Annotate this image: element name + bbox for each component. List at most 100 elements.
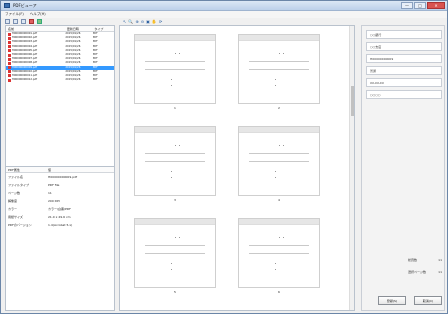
property-key: ファイル名 <box>8 175 24 179</box>
pdf-file-icon <box>8 36 11 40</box>
cancel-button[interactable]: 取消(C) <box>414 296 442 305</box>
page-preview <box>134 126 216 196</box>
pdf-file-icon <box>8 74 11 78</box>
selected-pages-value: 11 <box>438 270 442 274</box>
open-icon[interactable] <box>5 19 10 24</box>
page-mark <box>279 237 280 238</box>
properties-list: ファイル名 H00000000009.pdf ファイルタイプ PDF file ページ数… <box>6 173 114 229</box>
file-list-item[interactable]: H00000000012.pdf 2015/01/26 PDF <box>6 78 114 82</box>
page-number: 4 <box>278 198 280 202</box>
menu-file[interactable]: ファイル(F) <box>5 11 24 18</box>
page-number: 2 <box>278 106 280 110</box>
fit-page-icon[interactable]: ▣ <box>146 18 150 25</box>
prop-header-value: 値 <box>48 168 52 172</box>
property-row: ファイル名 H00000000009.pdf <box>6 173 114 181</box>
app-window: PDFビューア — □ ✕ ファイル(F) ヘルプ(H) 名前 更新日時 タイプ… <box>0 0 448 314</box>
right-panel: ○○銀行 ○○支店 H00000000009 普通 XX-XX-XX ○○○○ … <box>361 25 445 311</box>
account-number-field[interactable]: XX-XX-XX <box>366 78 442 87</box>
document-id-field[interactable]: H00000000009 <box>366 54 442 63</box>
delete-icon[interactable] <box>29 19 34 24</box>
page-rule <box>249 153 309 154</box>
page-mark <box>175 145 176 146</box>
thumbnail-viewer: 1 2 3 4 5 6 <box>119 25 355 311</box>
page-mark <box>175 237 176 238</box>
property-value: PDF file <box>48 183 60 187</box>
selected-pages-label: 選択ページ数 <box>408 270 426 274</box>
pdf-file-icon <box>8 40 11 44</box>
vertical-scrollbar[interactable] <box>349 26 354 310</box>
page-rule <box>145 161 205 162</box>
scroll-thumb[interactable] <box>351 86 354 116</box>
save-icon[interactable] <box>13 19 18 24</box>
zoom-icon[interactable]: 🔍 <box>128 18 133 25</box>
page-rule <box>249 61 309 62</box>
zoom-in-icon[interactable]: ⊕ <box>135 18 138 25</box>
register-button[interactable]: 登録(S) <box>378 296 406 305</box>
page-rule <box>249 161 309 162</box>
zoom-out-icon[interactable]: ⊖ <box>141 18 144 25</box>
property-value: 11 <box>48 191 52 195</box>
selected-pages-row: 選択ページ数 11 <box>408 270 442 274</box>
total-pages-label: 総頁数 <box>408 258 418 262</box>
page-rule <box>145 153 205 154</box>
page-mark <box>171 85 172 86</box>
pdf-file-icon <box>8 45 11 49</box>
pdf-file-icon <box>8 49 11 53</box>
pdf-file-icon <box>8 66 11 70</box>
property-row: カラー カラー/白黒/PDF <box>6 205 114 213</box>
property-row: ページ数 11 <box>6 189 114 197</box>
pdf-file-icon <box>8 32 11 36</box>
page-mark <box>171 171 172 172</box>
page-mark <box>275 171 276 172</box>
page-preview <box>238 126 320 196</box>
rotate-icon[interactable]: ⟳ <box>159 18 162 25</box>
refresh-icon[interactable] <box>37 19 42 24</box>
property-row: PDFのバージョン 1.4(Acrobat 5.x) <box>6 221 114 229</box>
page-number: 6 <box>278 290 280 294</box>
branch-field[interactable]: ○○支店 <box>366 42 442 51</box>
menu-help[interactable]: ヘルプ(H) <box>30 11 46 18</box>
pdf-file-icon <box>8 78 11 82</box>
name-field[interactable]: ○○○○ <box>366 90 442 99</box>
window-title: PDFビューア <box>13 3 37 8</box>
property-value: 21.0 x 29.6 cm <box>48 215 71 219</box>
property-key: ファイルタイプ <box>8 183 30 187</box>
page-rule <box>145 61 205 62</box>
viewer-toolbar: ↖ 🔍 ⊕ ⊖ ▣ ✋ ⟳ <box>121 18 201 25</box>
bank-field[interactable]: ○○銀行 <box>366 30 442 39</box>
page-mark <box>275 85 276 86</box>
page-mark <box>175 53 176 54</box>
print-icon[interactable] <box>21 19 26 24</box>
close-button[interactable]: ✕ <box>427 2 445 9</box>
property-key: 用紙サイズ <box>8 215 23 219</box>
pdf-file-icon <box>8 57 11 61</box>
minimize-button[interactable]: — <box>401 2 413 9</box>
page-mark <box>275 263 276 264</box>
page-mark <box>171 263 172 264</box>
file-date: 2015/01/26 <box>65 78 81 82</box>
page-mark <box>275 177 276 178</box>
property-key: カラー <box>8 207 18 211</box>
property-value: H00000000009.pdf <box>48 175 78 179</box>
maximize-button[interactable]: □ <box>414 2 426 9</box>
property-row: 解像度 200 DPI <box>6 197 114 205</box>
page-number: 1 <box>174 106 176 110</box>
header-name[interactable]: 名前 <box>6 26 65 31</box>
page-mark <box>279 53 280 54</box>
select-tool-icon[interactable]: ↖ <box>123 18 126 25</box>
account-type-field[interactable]: 普通 <box>366 66 442 75</box>
total-pages-row: 総頁数 11 <box>408 258 442 262</box>
hand-tool-icon[interactable]: ✋ <box>152 18 157 25</box>
page-rule <box>249 253 309 254</box>
app-icon <box>4 3 10 8</box>
page-mark <box>283 237 284 238</box>
pdf-file-icon <box>8 53 11 57</box>
page-header-bar <box>239 219 319 225</box>
prop-header-key: PDF属性 <box>8 168 20 172</box>
menu-bar: ファイル(F) ヘルプ(H) <box>1 11 447 18</box>
page-rule <box>145 253 205 254</box>
header-type[interactable]: タイプ <box>92 26 114 31</box>
header-date[interactable]: 更新日時 <box>65 26 93 31</box>
page-preview <box>238 34 320 104</box>
action-buttons: 登録(S) 取消(C) <box>378 296 442 305</box>
